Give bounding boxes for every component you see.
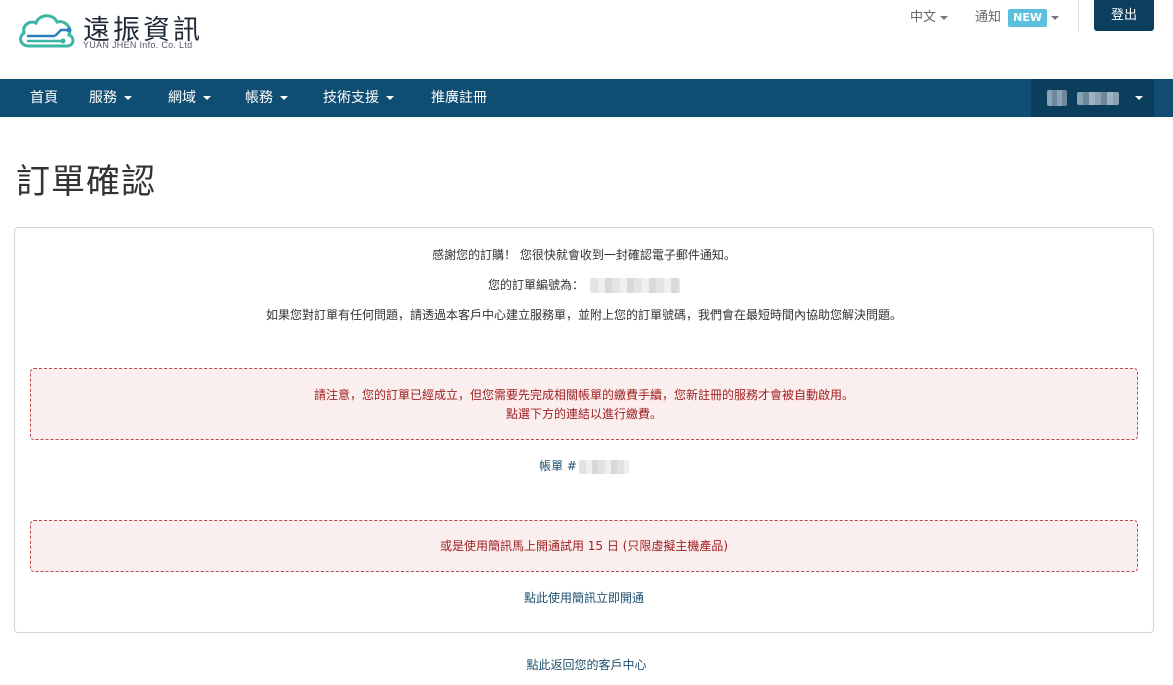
nav-item-support[interactable]: 技術支援: [323, 79, 394, 117]
invoice-label: 帳單 #: [539, 459, 577, 473]
order-number-redacted: [590, 278, 680, 293]
nav-item-affiliates[interactable]: 推廣註冊: [431, 79, 487, 117]
divider: [1078, 0, 1079, 32]
order-number-row: 您的訂單編號為：: [15, 276, 1153, 293]
notifications-dropdown[interactable]: 通知 NEW: [975, 6, 1060, 27]
page-title: 訂單確認: [16, 162, 156, 202]
nav-item-label: 帳務: [245, 90, 273, 106]
new-badge: NEW: [1008, 9, 1048, 27]
account-avatar-redacted: [1047, 90, 1067, 106]
notice-line-2: 點選下方的連結以進行繳費。: [505, 407, 662, 421]
chevron-down-icon: [1135, 96, 1143, 100]
nav-item-billing[interactable]: 帳務: [245, 79, 288, 117]
back-to-client-area-link[interactable]: 點此返回您的客戶中心: [0, 656, 1173, 673]
cloud-logo-icon: [19, 14, 75, 48]
notice-line-1: 請注意，您的訂單已經成立，但您需要先完成相關帳單的繳費手續，您新註冊的服務才會被…: [313, 388, 854, 402]
payment-notice-alert: 請注意，您的訂單已經成立，但您需要先完成相關帳單的繳費手續，您新註冊的服務才會被…: [30, 368, 1138, 440]
nav-item-label: 服務: [89, 90, 117, 106]
brand-logo[interactable]: 遠振資訊 YUAN JHEN Info. Co. Ltd: [17, 8, 217, 54]
nav-item-services[interactable]: 服務: [89, 79, 132, 117]
chevron-down-icon: [203, 96, 211, 100]
help-text: 如果您對訂單有任何問題，請透過本客戶中心建立服務單，並附上您的訂單號碼，我們會在…: [265, 308, 902, 322]
nav-item-home[interactable]: 首頁: [30, 79, 58, 117]
invoice-link-row[interactable]: 帳單 #: [15, 457, 1153, 474]
nav-item-label: 網域: [168, 90, 196, 106]
account-menu[interactable]: [1031, 79, 1154, 117]
chevron-down-icon: [280, 96, 288, 100]
notify-label: 通知: [975, 10, 1002, 25]
order-confirmation-panel: 感謝您的訂購！ 您很快就會收到一封確認電子郵件通知。 您的訂單編號為： 如果您對…: [14, 227, 1154, 633]
invoice-link[interactable]: 帳單 #: [539, 459, 629, 474]
nav-item-label: 技術支援: [323, 90, 379, 106]
thanks-text: 感謝您的訂購！ 您很快就會收到一封確認電子郵件通知。: [432, 248, 736, 262]
chevron-down-icon: [1051, 15, 1060, 20]
language-label: 中文: [910, 10, 937, 25]
sms-link-row: 點此使用簡訊立即開通: [15, 589, 1153, 606]
nav-item-domains[interactable]: 網域: [168, 79, 211, 117]
chevron-down-icon: [940, 15, 949, 20]
main-nav: 首頁 服務 網域 帳務 技術支援 推廣註冊: [0, 79, 1173, 117]
chevron-down-icon: [386, 96, 394, 100]
nav-item-label: 推廣註冊: [431, 90, 487, 106]
header: 遠振資訊 YUAN JHEN Info. Co. Ltd 中文 通知 NEW 登…: [0, 0, 1173, 79]
sms-activation-alert: 或是使用簡訊馬上開通試用 15 日 (只限虛擬主機產品): [30, 520, 1138, 572]
order-number-label: 您的訂單編號為：: [487, 278, 584, 292]
sms-activate-link[interactable]: 點此使用簡訊立即開通: [524, 591, 644, 605]
language-selector[interactable]: 中文: [910, 6, 949, 25]
brand-subtitle: YUAN JHEN Info. Co. Ltd: [83, 40, 193, 50]
account-name-redacted: [1077, 92, 1119, 105]
invoice-number-redacted: [578, 459, 629, 474]
logout-button[interactable]: 登出: [1094, 0, 1154, 31]
chevron-down-icon: [124, 96, 132, 100]
nav-item-label: 首頁: [30, 90, 58, 106]
